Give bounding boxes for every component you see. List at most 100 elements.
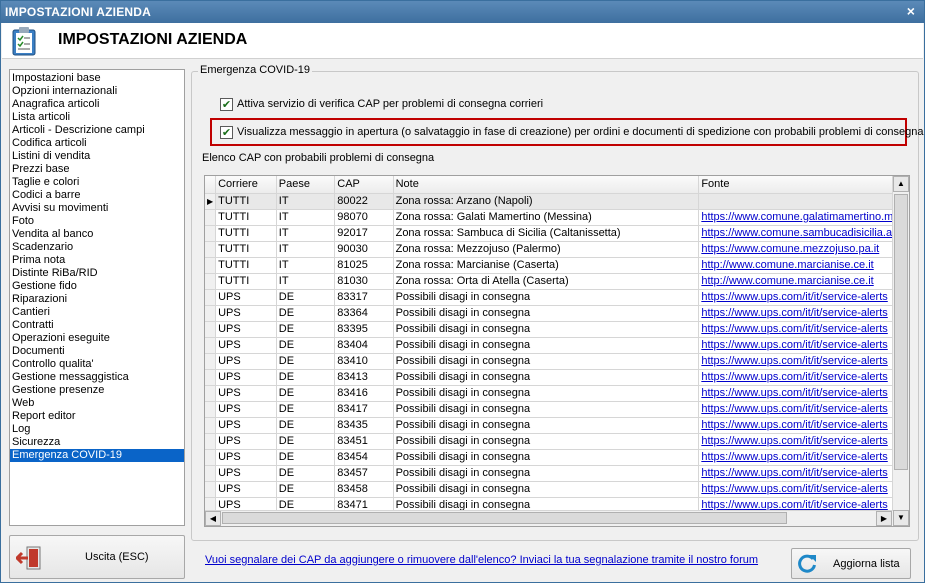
table-row[interactable]: UPS DE 83458 Possibili disagi in consegna ht…	[205, 481, 909, 498]
corriere-cell: UPS	[215, 449, 277, 466]
fonte-link[interactable]: https://www.ups.com/it/it/service-alerts	[698, 289, 909, 306]
sidebar-item[interactable]: Emergenza COVID-19	[10, 449, 184, 462]
sidebar-item[interactable]: Lista articoli	[10, 111, 184, 124]
table-row[interactable]: ▶ TUTTI IT 80022 Zona rossa: Arzano (Napoli)	[205, 193, 909, 210]
fonte-link[interactable]: https://www.ups.com/it/it/service-alerts	[698, 433, 909, 450]
fonte-link[interactable]: https://www.ups.com/it/it/service-alerts	[698, 305, 909, 322]
fonte-link[interactable]: https://www.ups.com/it/it/service-alerts	[698, 449, 909, 466]
sidebar-item[interactable]: Listini di vendita	[10, 150, 184, 163]
cap-grid[interactable]: Corriere Paese CAP Note Fonte ▶ TUTTI IT 80…	[204, 175, 910, 527]
column-header-paese[interactable]: Paese	[276, 176, 336, 194]
fonte-link[interactable]: https://www.ups.com/it/it/service-alerts	[698, 465, 909, 482]
table-row[interactable]: UPS DE 83395 Possibili disagi in consegna ht…	[205, 321, 909, 338]
fonte-link[interactable]: https://www.ups.com/it/it/service-alerts	[698, 385, 909, 402]
report-cap-forum-link[interactable]: Vuoi segnalare dei CAP da aggiungere o r…	[205, 554, 758, 566]
scroll-down-icon[interactable]: ▼	[893, 510, 909, 526]
sidebar-item[interactable]: Gestione presenze	[10, 384, 184, 397]
table-row[interactable]: UPS DE 83417 Possibili disagi in consegna ht…	[205, 401, 909, 418]
sidebar-item[interactable]: Cantieri	[10, 306, 184, 319]
fonte-link[interactable]: https://www.comune.galatimamertino.me.it	[698, 209, 909, 226]
fonte-link[interactable]: https://www.ups.com/it/it/service-alerts	[698, 401, 909, 418]
sidebar-item[interactable]: Controllo qualita'	[10, 358, 184, 371]
cap-cell: 83417	[334, 401, 394, 418]
table-row[interactable]: UPS DE 83317 Possibili disagi in consegna ht…	[205, 289, 909, 306]
sidebar-item[interactable]: Distinte RiBa/RID	[10, 267, 184, 280]
table-row[interactable]: UPS DE 83457 Possibili disagi in consegna ht…	[205, 465, 909, 482]
scroll-up-icon[interactable]: ▲	[893, 176, 909, 192]
fonte-link[interactable]: https://www.comune.sambucadisicilia.ag.i…	[698, 225, 909, 242]
table-row[interactable]: UPS DE 83364 Possibili disagi in consegna ht…	[205, 305, 909, 322]
scroll-right-icon[interactable]: ▶	[876, 511, 892, 526]
close-icon[interactable]: ×	[904, 4, 918, 18]
sidebar-item[interactable]: Operazioni eseguite	[10, 332, 184, 345]
column-header-note[interactable]: Note	[393, 176, 700, 194]
table-row[interactable]: TUTTI IT 81030 Zona rossa: Orta di Atella (…	[205, 273, 909, 290]
sidebar-item[interactable]: Opzioni internazionali	[10, 85, 184, 98]
sidebar-item[interactable]: Foto	[10, 215, 184, 228]
table-row[interactable]: UPS DE 83404 Possibili disagi in consegna ht…	[205, 337, 909, 354]
table-row[interactable]: UPS DE 83451 Possibili disagi in consegna ht…	[205, 433, 909, 450]
sidebar-item[interactable]: Report editor	[10, 410, 184, 423]
table-row[interactable]: UPS DE 83454 Possibili disagi in consegna ht…	[205, 449, 909, 466]
exit-button[interactable]: Uscita (ESC)	[9, 535, 185, 579]
fonte-link[interactable]	[698, 193, 909, 210]
fonte-link[interactable]: https://www.ups.com/it/it/service-alerts	[698, 353, 909, 370]
show-message-checkbox[interactable]: ✔	[220, 125, 233, 139]
fonte-link[interactable]: https://www.ups.com/it/it/service-alerts	[698, 369, 909, 386]
column-header-corriere[interactable]: Corriere	[215, 176, 277, 194]
sidebar-item[interactable]: Codifica articoli	[10, 137, 184, 150]
table-row[interactable]: UPS DE 83435 Possibili disagi in consegna ht…	[205, 417, 909, 434]
corriere-cell: UPS	[215, 401, 277, 418]
sidebar-item[interactable]: Web	[10, 397, 184, 410]
sidebar-item[interactable]: Scadenzario	[10, 241, 184, 254]
table-row[interactable]: UPS DE 83413 Possibili disagi in consegna ht…	[205, 369, 909, 386]
fonte-link[interactable]: https://www.comune.mezzojuso.pa.it	[698, 241, 909, 258]
paese-cell: IT	[276, 225, 336, 242]
sidebar-item[interactable]: Articoli - Descrizione campi	[10, 124, 184, 137]
table-row[interactable]: UPS DE 83410 Possibili disagi in consegna ht…	[205, 353, 909, 370]
cap-cell: 83416	[334, 385, 394, 402]
table-row[interactable]: TUTTI IT 81025 Zona rossa: Marcianise (Case…	[205, 257, 909, 274]
verify-cap-checkbox[interactable]: ✔	[220, 97, 233, 111]
cap-cell: 81025	[334, 257, 394, 274]
sidebar-item[interactable]: Codici a barre	[10, 189, 184, 202]
verify-cap-checkbox-row[interactable]: ✔ Attiva servizio di verifica CAP per pr…	[220, 96, 543, 112]
sidebar-item[interactable]: Taglie e colori	[10, 176, 184, 189]
sidebar-item[interactable]: Prezzi base	[10, 163, 184, 176]
grid-horizontal-scrollbar[interactable]: ◀ ▶	[205, 510, 893, 526]
fonte-link[interactable]: https://www.ups.com/it/it/service-alerts	[698, 417, 909, 434]
paese-cell: DE	[276, 369, 336, 386]
table-row[interactable]: TUTTI IT 98070 Zona rossa: Galati Mamertino…	[205, 209, 909, 226]
sidebar-item[interactable]: Vendita al banco	[10, 228, 184, 241]
sidebar-item[interactable]: Anagrafica articoli	[10, 98, 184, 111]
fonte-link[interactable]: https://www.ups.com/it/it/service-alerts	[698, 321, 909, 338]
table-row[interactable]: TUTTI IT 90030 Zona rossa: Mezzojuso (Paler…	[205, 241, 909, 258]
fonte-link[interactable]: http://www.comune.marcianise.ce.it	[698, 257, 909, 274]
show-message-checkbox-row[interactable]: ✔ Visualizza messaggio in apertura (o sa…	[220, 124, 923, 140]
grid-vertical-scrollbar[interactable]: ▲ ▼	[892, 176, 909, 526]
sidebar-item[interactable]: Log	[10, 423, 184, 436]
sidebar-item[interactable]: Riparazioni	[10, 293, 184, 306]
sidebar-item[interactable]: Gestione messaggistica	[10, 371, 184, 384]
sidebar-item[interactable]: Gestione fido	[10, 280, 184, 293]
vertical-scroll-thumb[interactable]	[894, 194, 908, 470]
column-header-cap[interactable]: CAP	[334, 176, 394, 194]
column-header-fonte[interactable]: Fonte	[698, 176, 909, 194]
fonte-link[interactable]: http://www.comune.marcianise.ce.it	[698, 273, 909, 290]
refresh-list-button[interactable]: Aggiorna lista	[791, 548, 911, 579]
fonte-link[interactable]: https://www.ups.com/it/it/service-alerts	[698, 481, 909, 498]
horizontal-scroll-thumb[interactable]	[222, 512, 787, 524]
sidebar-item[interactable]: Impostazioni base	[10, 72, 184, 85]
table-row[interactable]: TUTTI IT 92017 Zona rossa: Sambuca di Sicil…	[205, 225, 909, 242]
row-indicator-cell	[205, 337, 217, 354]
table-row[interactable]: UPS DE 83416 Possibili disagi in consegna ht…	[205, 385, 909, 402]
sidebar-item[interactable]: Avvisi su movimenti	[10, 202, 184, 215]
scroll-left-icon[interactable]: ◀	[205, 511, 221, 526]
note-cell: Possibili disagi in consegna	[393, 385, 700, 402]
sidebar-item[interactable]: Prima nota	[10, 254, 184, 267]
fonte-link[interactable]: https://www.ups.com/it/it/service-alerts	[698, 337, 909, 354]
sidebar-item[interactable]: Contratti	[10, 319, 184, 332]
sidebar-item[interactable]: Documenti	[10, 345, 184, 358]
note-cell: Possibili disagi in consegna	[393, 337, 700, 354]
sidebar-item[interactable]: Sicurezza	[10, 436, 184, 449]
